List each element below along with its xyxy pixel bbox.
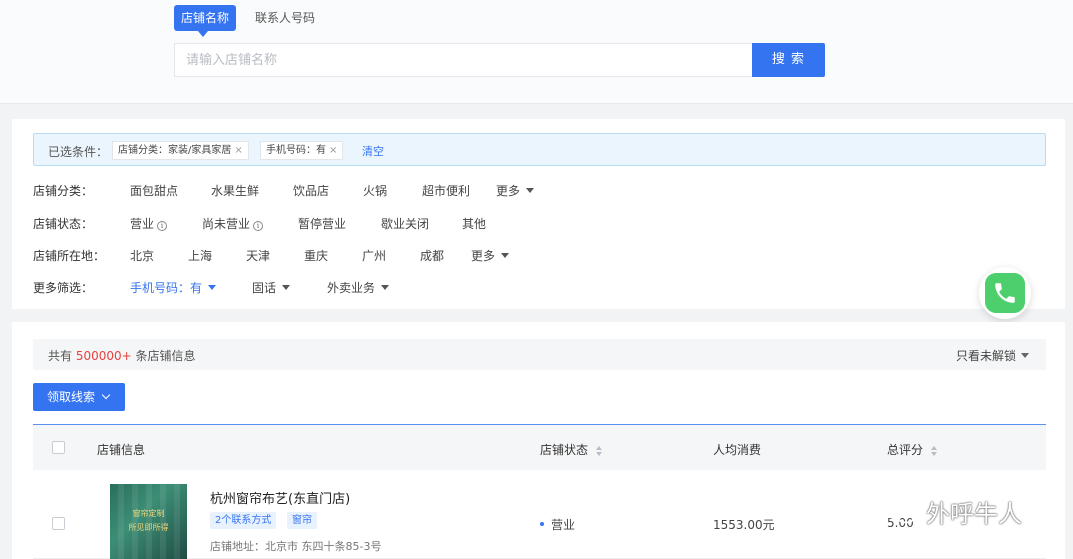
filter-option[interactable]: 北京 — [130, 247, 154, 264]
row-checkbox[interactable] — [52, 517, 65, 530]
filter-chip-category[interactable]: 店铺分类：家装/家具家居 × — [112, 141, 249, 160]
dropdown-label: 外卖业务 — [327, 281, 376, 295]
search-button[interactable]: 搜 索 — [752, 43, 825, 77]
filter-option[interactable]: 天津 — [246, 247, 270, 264]
claim-leads-button[interactable]: 领取线索 — [33, 383, 125, 411]
search-tabs: 店铺名称 联系人号码 — [174, 5, 334, 37]
dropdown-label: 手机号码：有 — [130, 281, 203, 295]
watermark: 外呼牛人 — [882, 494, 1022, 529]
filter-label: 店铺状态： — [33, 217, 94, 231]
store-address: 店铺地址：北京市 东四十条85-3号 — [210, 540, 382, 553]
column-header-rating[interactable]: 总评分 — [887, 441, 938, 458]
results-count: 共有 500000+ 条店铺信息 — [48, 347, 196, 364]
filter-panel: 已选条件： 店铺分类：家装/家具家居 × 手机号码：有 × 清空 店铺分类： 面包甜… — [12, 119, 1065, 309]
delivery-filter-dropdown[interactable]: 外卖业务 — [327, 279, 390, 296]
selected-conditions-bar: 已选条件： 店铺分类：家装/家具家居 × 手机号码：有 × 清空 — [33, 133, 1046, 166]
option-label: 营业 — [130, 217, 155, 231]
filter-label: 店铺分类： — [33, 184, 94, 198]
caret-down-icon — [501, 253, 510, 258]
unlock-filter-label: 只看未解锁 — [955, 349, 1016, 363]
tab-store-name[interactable]: 店铺名称 — [174, 5, 237, 37]
filter-row-more: 更多筛选： 手机号码：有 固话 外卖业务 — [33, 277, 1033, 297]
results-count-bar: 共有 500000+ 条店铺信息 只看未解锁 — [33, 339, 1046, 370]
count-prefix: 共有 — [48, 349, 73, 363]
filter-more-dropdown[interactable]: 更多 — [496, 182, 535, 199]
more-label: 更多 — [496, 184, 521, 198]
filter-option[interactable]: 其他 — [462, 215, 486, 232]
chip-label: 手机号码：有 — [266, 145, 326, 156]
thumbnail-text: 所见即所得 — [128, 523, 169, 532]
option-label: 尚未营业 — [202, 217, 251, 231]
sort-icon[interactable] — [931, 446, 938, 456]
wechat-icon — [883, 498, 916, 523]
more-label: 更多 — [471, 249, 496, 263]
category-tag: 窗帘 — [287, 512, 317, 529]
select-all-checkbox[interactable] — [52, 441, 65, 454]
filter-option[interactable]: 广州 — [362, 247, 386, 264]
chip-label: 店铺分类：家装/家具家居 — [118, 145, 232, 156]
watermark-text: 外呼牛人 — [926, 500, 1022, 528]
info-icon[interactable]: i — [157, 221, 168, 231]
column-label: 总评分 — [887, 443, 924, 457]
filter-option[interactable]: 面包甜点 — [130, 182, 178, 199]
filter-row-category: 店铺分类： 面包甜点 水果生鲜 饮品店 火锅 超市便利 更多 — [33, 180, 1033, 200]
filter-row-status: 店铺状态： 营业 i 尚未营业 i 暂停营业 歇业关闭 其他 — [33, 213, 1033, 233]
caret-down-icon — [381, 285, 390, 290]
filter-option[interactable]: 成都 — [420, 247, 444, 264]
count-suffix: 条店铺信息 — [135, 349, 196, 363]
filter-row-location: 店铺所在地： 北京 上海 天津 重庆 广州 成都 更多 — [33, 245, 1033, 265]
search-input[interactable] — [174, 43, 752, 77]
avg-spend: 1553.00元 — [713, 518, 775, 532]
search-area: 店铺名称 联系人号码 搜 索 — [0, 0, 1073, 104]
call-float-button[interactable] — [979, 267, 1031, 319]
filter-option[interactable]: 歇业关闭 — [381, 215, 429, 232]
status-dot-icon — [540, 522, 544, 526]
caret-down-icon — [282, 285, 291, 290]
filter-option[interactable]: 水果生鲜 — [211, 182, 259, 199]
selected-conditions-label: 已选条件： — [48, 145, 109, 159]
filter-chip-phone[interactable]: 手机号码：有 × — [260, 141, 344, 160]
sort-icon[interactable] — [596, 446, 603, 456]
column-label: 店铺状态 — [540, 443, 589, 457]
column-header-store-info: 店铺信息 — [97, 443, 146, 457]
info-icon[interactable]: i — [253, 221, 264, 231]
close-icon[interactable]: × — [329, 145, 337, 156]
filter-more-dropdown[interactable]: 更多 — [471, 247, 510, 264]
filter-label: 更多筛选： — [33, 281, 94, 295]
unlock-filter-dropdown[interactable]: 只看未解锁 — [956, 347, 1029, 364]
caret-down-icon — [526, 188, 535, 193]
table-header: 店铺信息 店铺状态 人均消费 总评分 — [33, 424, 1046, 470]
close-icon[interactable]: × — [234, 145, 242, 156]
claim-leads-label: 领取线索 — [47, 390, 96, 404]
filter-label: 店铺所在地： — [33, 249, 106, 263]
filter-option[interactable]: 尚未营业 i — [202, 215, 264, 232]
filter-option[interactable]: 超市便利 — [422, 182, 470, 199]
column-header-status[interactable]: 店铺状态 — [540, 441, 603, 458]
phone-icon — [985, 273, 1025, 313]
column-header-avg-spend: 人均消费 — [713, 443, 762, 457]
caret-down-icon — [208, 285, 217, 290]
caret-down-icon — [1021, 353, 1029, 358]
store-name[interactable]: 杭州窗帘布艺(东直门店) — [210, 488, 350, 507]
filter-option[interactable]: 饮品店 — [293, 182, 329, 199]
landline-filter-dropdown[interactable]: 固话 — [252, 279, 291, 296]
filter-option[interactable]: 暂停营业 — [298, 215, 346, 232]
count-value: 500000+ — [75, 349, 132, 363]
filter-option[interactable]: 火锅 — [363, 182, 387, 199]
dropdown-label: 固话 — [252, 281, 277, 295]
filter-option[interactable]: 重庆 — [304, 247, 328, 264]
store-status: 营业 — [551, 518, 576, 532]
filter-option[interactable]: 上海 — [188, 247, 212, 264]
filter-option[interactable]: 营业 i — [130, 215, 168, 232]
phone-filter-dropdown[interactable]: 手机号码：有 — [130, 279, 217, 296]
store-thumbnail[interactable]: 窗帘定制 所见即所得 — [110, 484, 187, 559]
thumbnail-text: 窗帘定制 — [132, 509, 165, 518]
clear-filters-link[interactable]: 清空 — [362, 143, 384, 159]
chevron-down-icon — [101, 390, 111, 400]
tab-contact-number[interactable]: 联系人号码 — [248, 5, 322, 31]
contact-count-tag[interactable]: 2个联系方式 — [210, 512, 277, 529]
